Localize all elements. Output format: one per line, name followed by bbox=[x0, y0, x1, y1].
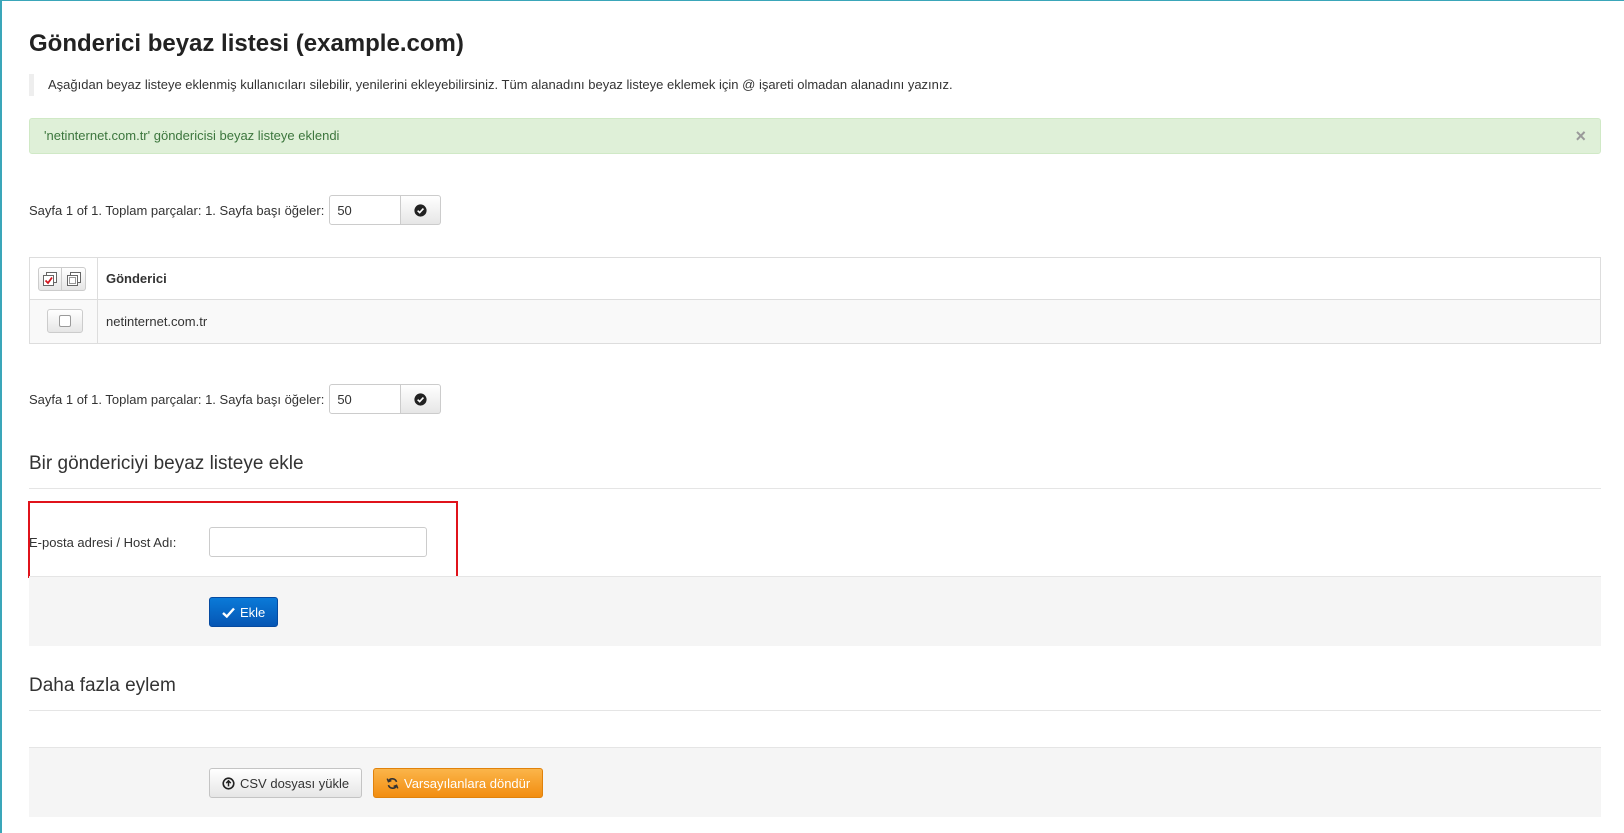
sender-cell: netinternet.com.tr bbox=[106, 314, 208, 329]
select-all-button[interactable] bbox=[38, 267, 62, 291]
more-actions-bar: CSV dosyası yükle Varsayılanlara döndür bbox=[29, 747, 1601, 817]
email-host-input[interactable] bbox=[209, 527, 427, 557]
pager-text: Sayfa 1 of 1. Toplam parçalar: 1. Sayfa … bbox=[29, 391, 325, 407]
column-header-sender: Gönderici bbox=[106, 271, 167, 286]
reset-defaults-button[interactable]: Varsayılanlara döndür bbox=[373, 768, 544, 798]
upload-csv-label: CSV dosyası yükle bbox=[240, 775, 350, 791]
pager-text: Sayfa 1 of 1. Toplam parçalar: 1. Sayfa … bbox=[29, 202, 325, 218]
select-none-icon bbox=[66, 272, 81, 286]
per-page-input[interactable] bbox=[329, 195, 402, 225]
sender-table: Gönderici netinternet.com.tr bbox=[29, 257, 1601, 344]
alert-message: 'netinternet.com.tr' göndericisi beyaz l… bbox=[44, 128, 340, 143]
intro-text: Aşağıdan beyaz listeye eklenmiş kullanıc… bbox=[29, 74, 1198, 96]
upload-circle-icon bbox=[222, 776, 235, 790]
checkmark-icon bbox=[222, 607, 235, 618]
row-select-checkbox[interactable] bbox=[47, 309, 83, 333]
pager-apply-button[interactable] bbox=[401, 384, 442, 414]
check-circle-icon bbox=[414, 392, 427, 406]
table-header-row: Gönderici bbox=[30, 258, 1600, 300]
add-button[interactable]: Ekle bbox=[209, 597, 279, 627]
table-row: netinternet.com.tr bbox=[30, 300, 1600, 343]
window-frame-left bbox=[0, 0, 2, 833]
add-button-label: Ekle bbox=[240, 604, 266, 620]
success-alert: 'netinternet.com.tr' göndericisi beyaz l… bbox=[29, 118, 1601, 154]
add-section-title: Bir göndericiyi beyaz listeye ekle bbox=[29, 449, 1601, 489]
per-page-input[interactable] bbox=[329, 384, 402, 414]
checkbox-icon bbox=[59, 315, 71, 327]
more-actions-title: Daha fazla eylem bbox=[29, 671, 1601, 711]
refresh-icon bbox=[386, 777, 399, 790]
pager-bottom: Sayfa 1 of 1. Toplam parçalar: 1. Sayfa … bbox=[29, 384, 442, 414]
pager-top: Sayfa 1 of 1. Toplam parçalar: 1. Sayfa … bbox=[29, 195, 442, 225]
selection-buttons bbox=[38, 267, 86, 291]
check-circle-icon bbox=[414, 203, 427, 217]
select-none-button[interactable] bbox=[62, 267, 86, 291]
page-title: Gönderici beyaz listesi (example.com) bbox=[29, 30, 464, 57]
select-all-icon bbox=[43, 272, 57, 286]
pager-apply-button[interactable] bbox=[401, 195, 442, 225]
upload-csv-button[interactable]: CSV dosyası yükle bbox=[209, 768, 363, 798]
column-divider bbox=[97, 258, 98, 343]
email-host-label: E-posta adresi / Host Adı: bbox=[29, 535, 177, 550]
window-frame-top bbox=[0, 0, 1624, 1]
reset-defaults-label: Varsayılanlara döndür bbox=[404, 775, 531, 791]
add-actions-bar: Ekle bbox=[29, 576, 1601, 646]
close-icon[interactable]: × bbox=[1575, 119, 1586, 153]
